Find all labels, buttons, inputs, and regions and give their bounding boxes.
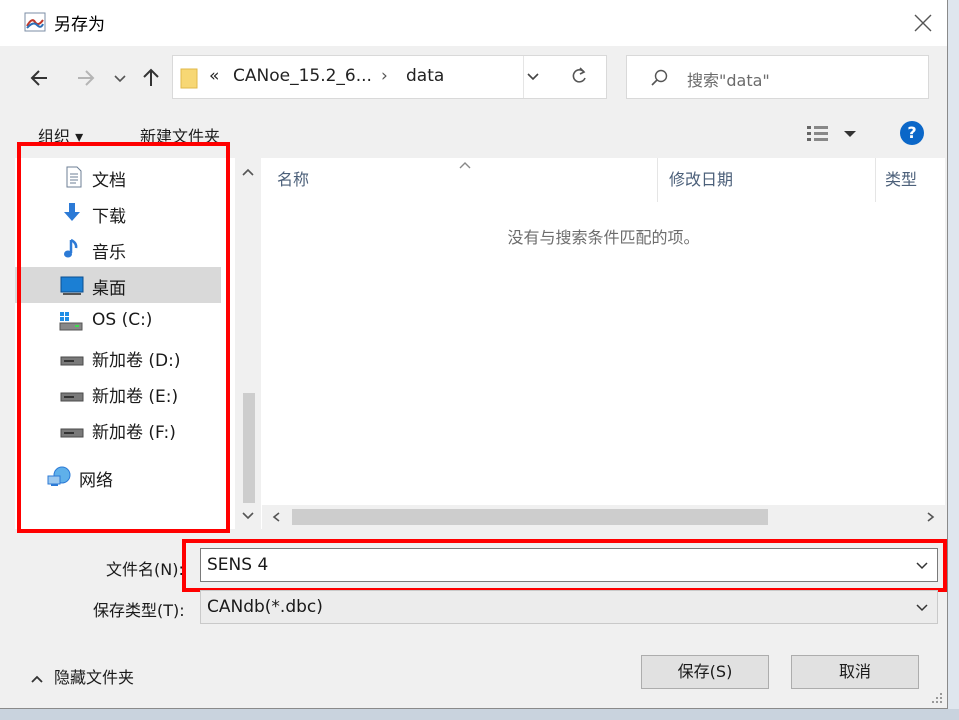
app-icon xyxy=(24,12,46,32)
download-icon xyxy=(64,203,80,221)
forward-arrow-icon xyxy=(78,70,95,86)
sidebar-item-drive-d[interactable]: 新加卷 (D:) xyxy=(15,339,221,375)
scroll-left-arrow-icon[interactable] xyxy=(271,511,283,523)
scroll-down-arrow-icon[interactable] xyxy=(241,510,255,522)
recent-locations-button[interactable] xyxy=(110,64,130,92)
save-as-dialog: 另存为 « CANoe_15.2_6... › data 搜索"data" 组织… xyxy=(0,0,948,709)
file-list[interactable]: 名称 修改日期 类型 没有与搜索条件匹配的项。 xyxy=(262,158,945,529)
scrollbar-thumb[interactable] xyxy=(243,393,255,503)
search-placeholder: 搜索"data" xyxy=(687,71,770,90)
drive-icon xyxy=(60,392,84,402)
sidebar-item-label: 新加卷 (E:) xyxy=(92,387,179,407)
chevron-down-icon xyxy=(527,73,539,81)
chevron-down-icon xyxy=(114,75,126,83)
scrollbar-thumb[interactable] xyxy=(292,509,768,525)
sidebar-item-drive-e[interactable]: 新加卷 (E:) xyxy=(15,375,221,411)
sidebar-item-label: 音乐 xyxy=(92,243,126,263)
filename-label: 文件名(N): xyxy=(106,560,184,579)
document-icon xyxy=(66,166,82,188)
sidebar-item-label: 新加卷 (F:) xyxy=(92,423,176,443)
sidebar-item-label: OS (C:) xyxy=(92,310,153,330)
address-overflow[interactable]: « xyxy=(209,66,219,86)
chevron-up-icon xyxy=(31,675,43,683)
sidebar-item-label: 桌面 xyxy=(92,279,126,299)
column-header-type[interactable]: 类型 xyxy=(885,158,917,202)
sidebar-item-drive-f[interactable]: 新加卷 (F:) xyxy=(15,411,221,447)
address-divider xyxy=(523,56,524,98)
background-window-strip xyxy=(947,0,959,720)
sidebar-item-label: 下载 xyxy=(92,207,126,227)
sidebar-item-label: 网络 xyxy=(79,471,113,491)
folder-icon xyxy=(180,68,198,89)
desktop-icon xyxy=(60,276,84,295)
filetype-label: 保存类型(T): xyxy=(93,601,185,620)
network-icon xyxy=(47,466,71,486)
empty-message: 没有与搜索条件匹配的项。 xyxy=(507,228,700,247)
up-arrow-icon xyxy=(143,68,159,86)
sidebar-item-downloads[interactable]: 下载 xyxy=(15,195,221,231)
sidebar-item-label: 新加卷 (D:) xyxy=(92,351,181,371)
search-icon xyxy=(651,69,668,86)
close-icon xyxy=(914,14,932,32)
filetype-value: CANdb(*.dbc) xyxy=(207,597,323,617)
chevron-down-icon xyxy=(916,604,928,612)
save-button[interactable]: 保存(S) xyxy=(641,655,769,689)
sort-ascending-icon xyxy=(459,162,471,169)
scroll-right-arrow-icon[interactable] xyxy=(924,511,936,523)
help-icon[interactable]: ? xyxy=(900,121,924,145)
breadcrumb-data[interactable]: data xyxy=(406,66,444,86)
filetype-dropdown-button[interactable] xyxy=(915,600,929,618)
organize-menu-button[interactable]: 组织 ▾ xyxy=(38,123,83,147)
scroll-up-arrow-icon[interactable] xyxy=(241,166,255,178)
new-folder-button[interactable]: 新建文件夹 xyxy=(140,123,220,147)
column-divider[interactable] xyxy=(875,158,876,202)
music-icon xyxy=(64,238,78,258)
details-view-icon xyxy=(807,126,856,141)
breadcrumb-canoe[interactable]: CANoe_15.2_6... xyxy=(233,66,372,86)
hide-folders-label: 隐藏文件夹 xyxy=(54,668,135,687)
view-options-button[interactable] xyxy=(806,122,858,150)
refresh-icon xyxy=(572,67,586,83)
breadcrumb-separator: › xyxy=(381,66,388,86)
sidebar-item-drive-c[interactable]: OS (C:) xyxy=(15,303,221,339)
column-header-name[interactable]: 名称 xyxy=(277,158,309,202)
back-arrow-icon xyxy=(30,70,47,86)
forward-button[interactable] xyxy=(72,64,98,92)
chevron-down-icon xyxy=(916,562,928,570)
filename-dropdown-button[interactable] xyxy=(915,558,929,576)
filename-field[interactable]: SENS 4 xyxy=(200,548,938,582)
resize-grip-icon[interactable] xyxy=(931,692,943,704)
sidebar-item-documents[interactable]: 文档 xyxy=(15,159,221,195)
sidebar-item-music[interactable]: 音乐 xyxy=(15,231,221,267)
column-header-modified[interactable]: 修改日期 xyxy=(669,158,733,202)
close-button[interactable] xyxy=(901,0,947,46)
browser-pane: 文档 下载 音乐 桌面 OS (C:) 新加卷 (D:) 新加卷 (E:) 新加… xyxy=(15,158,945,529)
up-button[interactable] xyxy=(138,64,164,92)
column-divider[interactable] xyxy=(657,158,658,202)
filename-value[interactable]: SENS 4 xyxy=(207,555,268,575)
filetype-select[interactable]: CANdb(*.dbc) xyxy=(200,590,938,624)
navigation-pane: 文档 下载 音乐 桌面 OS (C:) 新加卷 (D:) 新加卷 (E:) 新加… xyxy=(15,158,261,529)
cancel-button[interactable]: 取消 xyxy=(791,655,919,689)
search-input[interactable]: 搜索"data" xyxy=(626,55,929,99)
refresh-button[interactable] xyxy=(569,65,589,92)
system-drive-icon xyxy=(59,312,83,331)
sidebar-item-desktop[interactable]: 桌面 xyxy=(15,267,221,303)
drive-icon xyxy=(60,428,84,438)
drive-icon xyxy=(60,356,84,366)
dialog-title: 另存为 xyxy=(54,15,105,35)
address-bar[interactable]: « CANoe_15.2_6... › data xyxy=(172,55,607,99)
hide-folders-toggle[interactable]: 隐藏文件夹 xyxy=(30,664,134,688)
title-bar: 另存为 xyxy=(0,0,947,46)
sidebar-item-network[interactable]: 网络 xyxy=(15,459,221,495)
sidebar-item-label: 文档 xyxy=(92,171,126,191)
navigation-scrollbar[interactable] xyxy=(235,158,261,529)
background-window-bottom xyxy=(0,709,959,720)
address-dropdown-button[interactable] xyxy=(525,66,541,90)
horizontal-scrollbar[interactable] xyxy=(262,505,945,529)
back-button[interactable] xyxy=(27,64,53,92)
